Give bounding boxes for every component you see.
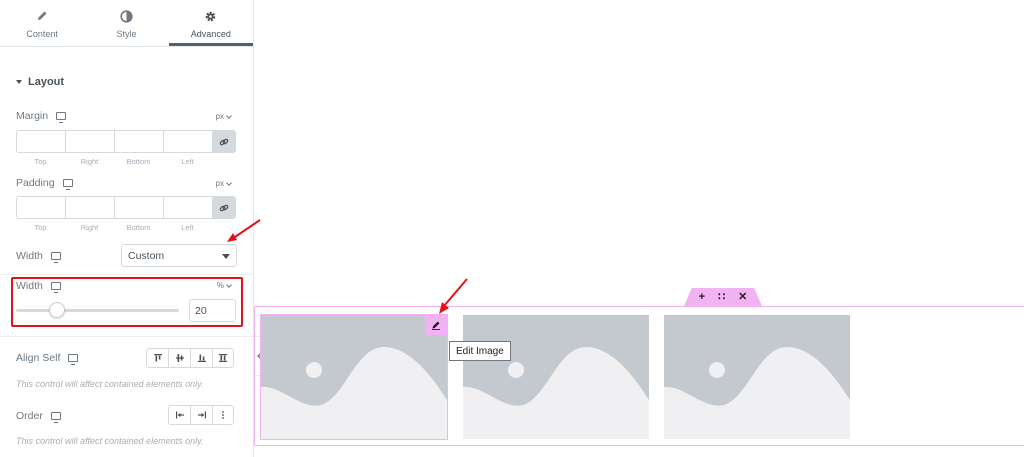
panel-tabs: Content Style Advanced bbox=[0, 0, 253, 47]
highlight-box bbox=[11, 277, 243, 327]
padding-unit-select[interactable]: px bbox=[215, 179, 232, 188]
side-label: Bottom bbox=[126, 223, 151, 232]
link-values-button[interactable] bbox=[212, 130, 236, 153]
chevron-down-icon bbox=[226, 179, 232, 186]
align-stretch-icon bbox=[219, 354, 227, 362]
margin-unit-select[interactable]: px bbox=[215, 112, 232, 121]
order-custom-button[interactable] bbox=[212, 405, 234, 425]
image-placeholder-icon bbox=[463, 346, 649, 439]
margin-bottom-input[interactable] bbox=[114, 130, 163, 153]
tab-style[interactable]: Style bbox=[84, 0, 168, 46]
link-icon bbox=[219, 138, 229, 145]
annotation-arrow bbox=[227, 219, 261, 242]
padding-label: Padding bbox=[16, 177, 55, 189]
tab-content-label: Content bbox=[26, 29, 58, 39]
tab-style-label: Style bbox=[116, 29, 137, 39]
annotation-arrow bbox=[439, 278, 468, 314]
divider bbox=[0, 274, 253, 275]
link-icon bbox=[219, 204, 229, 211]
align-center-button[interactable] bbox=[168, 348, 190, 368]
padding-left-input[interactable] bbox=[163, 196, 212, 219]
divider bbox=[0, 336, 253, 337]
image-placeholder-icon bbox=[261, 346, 447, 439]
align-end-button[interactable] bbox=[190, 348, 212, 368]
desktop-icon[interactable] bbox=[68, 354, 79, 365]
tab-content[interactable]: Content bbox=[0, 0, 84, 46]
order-buttons bbox=[168, 405, 234, 425]
order-end-icon bbox=[197, 411, 206, 419]
width-select[interactable]: Custom bbox=[121, 244, 237, 267]
side-label: Top bbox=[34, 223, 47, 232]
pencil-icon bbox=[432, 321, 440, 330]
close-icon[interactable]: ✕ bbox=[738, 291, 747, 303]
margin-inputs bbox=[16, 130, 236, 153]
align-top-icon bbox=[153, 354, 162, 362]
gear-icon bbox=[204, 9, 218, 23]
margin-label: Margin bbox=[16, 110, 49, 122]
align-middle-icon bbox=[175, 354, 184, 362]
side-label: Left bbox=[181, 223, 194, 232]
width-select-label-row: Width bbox=[16, 250, 61, 263]
side-label: Bottom bbox=[126, 157, 151, 166]
layout-section-toggle[interactable]: Layout bbox=[16, 76, 64, 88]
align-self-label-row: Align Self bbox=[16, 352, 79, 365]
image-placeholder[interactable] bbox=[260, 314, 448, 440]
tab-advanced[interactable]: Advanced bbox=[168, 0, 253, 46]
side-label: Right bbox=[80, 223, 99, 232]
image-placeholder-icon bbox=[664, 346, 850, 439]
plus-icon[interactable]: + bbox=[699, 291, 705, 303]
order-first-button[interactable] bbox=[168, 405, 190, 425]
half-circle-icon bbox=[119, 9, 133, 23]
caret-down-icon bbox=[16, 80, 22, 84]
desktop-icon[interactable] bbox=[62, 179, 73, 190]
padding-bottom-input[interactable] bbox=[114, 196, 163, 219]
desktop-icon[interactable] bbox=[56, 112, 67, 123]
align-bottom-icon bbox=[197, 354, 206, 362]
order-start-icon bbox=[175, 411, 184, 419]
margin-top-input[interactable] bbox=[16, 130, 65, 153]
margin-left-input[interactable] bbox=[163, 130, 212, 153]
tab-advanced-label: Advanced bbox=[190, 29, 231, 39]
desktop-icon[interactable] bbox=[50, 252, 61, 263]
drag-handle-icon[interactable]: ∷ bbox=[718, 291, 725, 303]
order-label: Order bbox=[16, 410, 43, 422]
width-select-value: Custom bbox=[128, 249, 165, 262]
margin-right-input[interactable] bbox=[65, 130, 114, 153]
desktop-icon[interactable] bbox=[50, 412, 61, 423]
side-label: Right bbox=[80, 157, 99, 166]
padding-label-row: Padding bbox=[16, 177, 73, 190]
order-label-row: Order bbox=[16, 410, 61, 423]
chevron-down-icon bbox=[226, 112, 232, 119]
width-label: Width bbox=[16, 250, 43, 262]
align-stretch-button[interactable] bbox=[212, 348, 234, 368]
edit-image-tooltip: Edit Image bbox=[449, 341, 511, 361]
align-self-label: Align Self bbox=[16, 352, 61, 364]
section-title: Layout bbox=[28, 76, 65, 88]
padding-top-input[interactable] bbox=[16, 196, 65, 219]
padding-unit: px bbox=[215, 179, 224, 188]
caret-down-icon bbox=[222, 254, 230, 259]
order-note: This control will affect contained eleme… bbox=[16, 436, 204, 446]
padding-inputs bbox=[16, 196, 236, 219]
align-self-buttons bbox=[146, 348, 234, 368]
order-last-button[interactable] bbox=[190, 405, 212, 425]
image-placeholder[interactable] bbox=[463, 315, 649, 439]
side-label: Top bbox=[34, 157, 47, 166]
align-start-button[interactable] bbox=[146, 348, 168, 368]
container-handle: + ∷ ✕ bbox=[684, 288, 762, 306]
margin-unit: px bbox=[215, 112, 224, 121]
more-vertical-icon bbox=[222, 411, 224, 419]
margin-label-row: Margin bbox=[16, 110, 67, 123]
padding-right-input[interactable] bbox=[65, 196, 114, 219]
align-self-note: This control will affect contained eleme… bbox=[16, 379, 204, 389]
image-placeholder[interactable] bbox=[664, 315, 850, 439]
margin-side-labels: Top Right Bottom Left bbox=[16, 157, 212, 166]
pencil-icon bbox=[35, 9, 49, 23]
side-label: Left bbox=[181, 157, 194, 166]
edit-image-button[interactable] bbox=[425, 315, 447, 335]
editor-panel: Content Style Advanced Layout Margin px bbox=[0, 0, 261, 457]
padding-side-labels: Top Right Bottom Left bbox=[16, 223, 212, 232]
